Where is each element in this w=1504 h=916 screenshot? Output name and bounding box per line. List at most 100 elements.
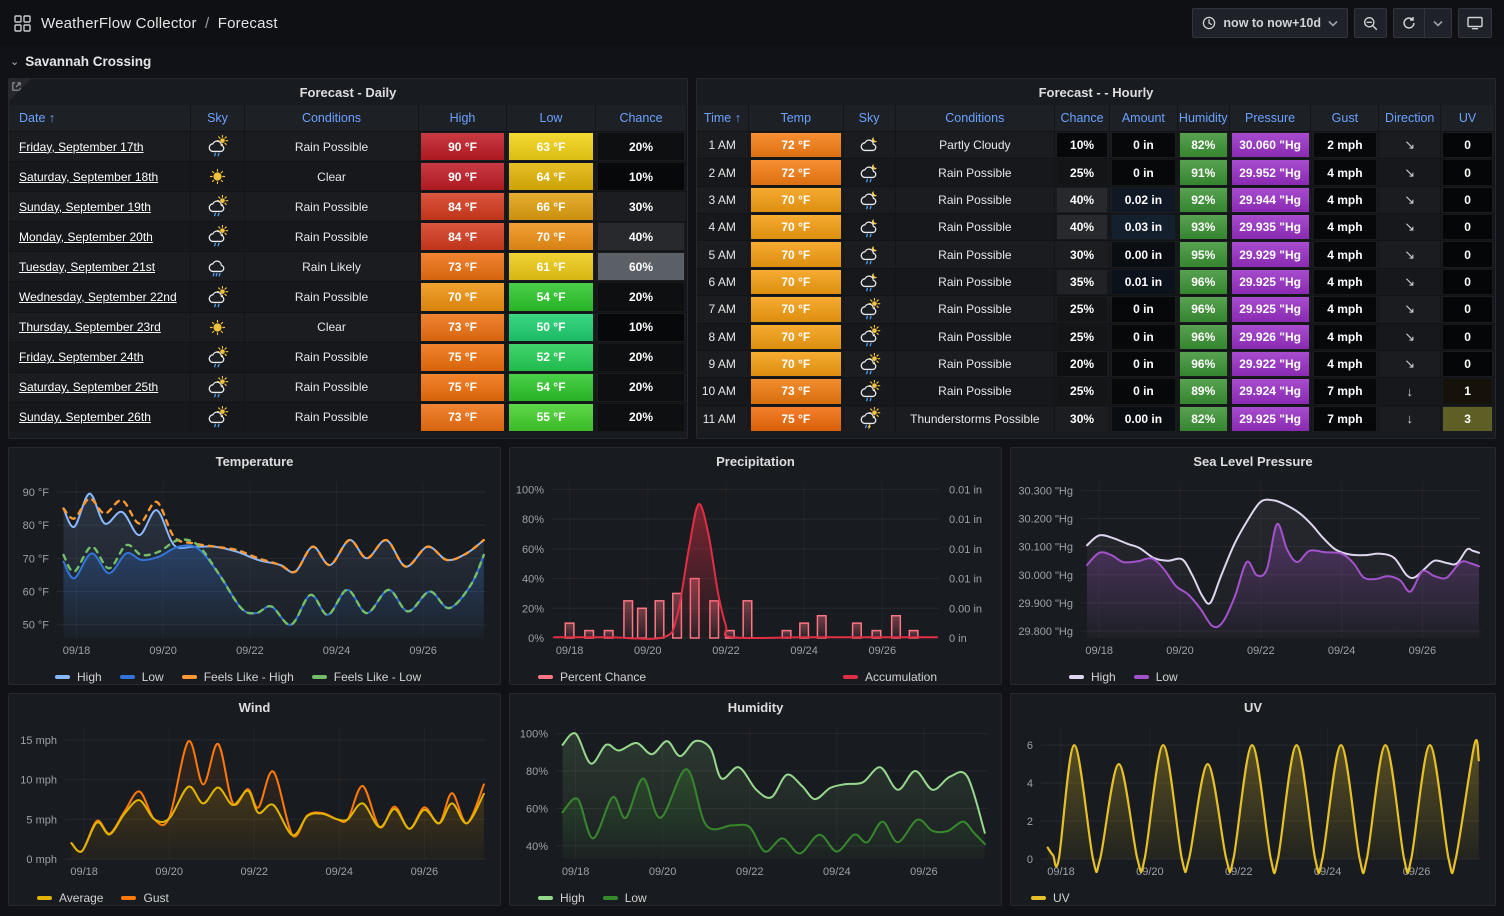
date-link[interactable]: Friday, September 24th [19,350,144,364]
date-link[interactable]: Tuesday, September 21st [19,260,155,274]
cloud-sun-rain-icon [206,135,229,158]
breadcrumb-app[interactable]: WeatherFlow Collector [41,15,197,32]
column-header-chance[interactable]: Chance [1055,105,1110,131]
panel-title[interactable]: Forecast - - Hourly [697,79,1495,105]
refresh-interval-dropdown[interactable] [1425,8,1452,38]
low-value: 70 °F [509,223,593,250]
panel-title[interactable]: Precipitation [510,448,1001,474]
column-header-low[interactable]: Low [507,105,596,131]
amount-cell-value: 0 in [1112,297,1175,321]
legend-item-accumulation[interactable]: Accumulation [843,670,937,684]
panel-title[interactable]: Temperature [9,448,500,474]
legend-item-feels-like-high[interactable]: Feels Like - High [182,670,294,684]
column-header-chance[interactable]: Chance [596,105,687,131]
temp-cell: 70 °F [749,296,844,322]
humidity-cell-value: 93% [1180,215,1227,239]
low-cell: 70 °F [507,222,596,251]
panel-title[interactable]: UV [1011,694,1495,720]
date-link[interactable]: Monday, September 20th [19,230,153,244]
legend-item-gust[interactable]: Gust [121,891,168,905]
date-link[interactable]: Sunday, September 19th [19,200,151,214]
column-header-sky[interactable]: Sky [191,105,245,131]
panel-title[interactable]: Wind [9,694,500,720]
legend-item-uv[interactable]: UV [1031,891,1070,905]
dashboards-grid-icon[interactable] [14,15,31,32]
uv-cell: 0 [1441,351,1495,377]
uv-cell-value: 0 [1443,242,1492,266]
temp-cell: 70 °F [749,324,844,350]
humidity-cell-value: 92% [1180,188,1227,212]
precipitation-chart[interactable]: 0%0 in20%0.00 in40%0.01 in60%0.01 in80%0… [510,474,1001,665]
temp-cell-value: 70 °F [751,215,841,239]
column-header-amount[interactable]: Amount [1110,105,1178,131]
time-range-picker[interactable]: now to now+10d [1192,8,1348,38]
temperature-chart[interactable]: 50 °F60 °F70 °F80 °F90 °F09/1809/2009/22… [9,474,500,665]
uv-chart[interactable]: 024609/1809/2009/2209/2409/26 [1011,720,1495,886]
date-link[interactable]: Friday, September 17th [19,140,144,154]
panel-title[interactable]: Forecast - Daily [9,79,687,105]
gust-cell: 4 mph [1312,214,1380,240]
legend-item-high[interactable]: High [55,670,102,684]
table-row: Wednesday, September 22ndRain Possible70… [9,281,687,311]
panel-title[interactable]: Sea Level Pressure [1011,448,1495,474]
column-header-pressure[interactable]: Pressure [1230,105,1312,131]
zoom-out-button[interactable] [1354,8,1387,38]
wind-chart[interactable]: 0 mph5 mph10 mph15 mph09/1809/2009/2209/… [9,720,500,886]
legend-item-feels-like-low[interactable]: Feels Like - Low [312,670,421,684]
legend-swatch [55,675,70,679]
hourly-table: Time ↑TempSkyConditionsChanceAmountHumid… [697,105,1495,438]
column-header-uv[interactable]: UV [1441,105,1495,131]
date-link[interactable]: Thursday, September 23rd [19,320,161,334]
column-header-direction[interactable]: Direction [1379,105,1441,131]
low-cell: 54 °F [507,373,596,402]
gust-cell-value: 4 mph [1314,215,1377,239]
time-cell: 4 AM [697,214,749,240]
pressure-chart[interactable]: 29.800 "Hg29.900 "Hg30.000 "Hg30.100 "Hg… [1011,474,1495,665]
column-header-temp[interactable]: Temp [749,105,844,131]
column-header-high[interactable]: High [419,105,507,131]
column-header-conditions[interactable]: Conditions [245,105,419,131]
dashboard-breadcrumb[interactable]: WeatherFlow Collector / Forecast [41,15,278,32]
table-row: 11 AM75 °FThunderstorms Possible30%0.00 … [697,405,1495,432]
date-link[interactable]: Wednesday, September 22nd [19,290,177,304]
legend-item-low[interactable]: Low [603,891,647,905]
cloud-moon-rain-icon [858,188,881,211]
humidity-chart[interactable]: 40%60%80%100%09/1809/2009/2209/2409/26 [510,720,1001,886]
column-header-sky[interactable]: Sky [844,105,896,131]
conditions-cell: Rain Possible [245,343,419,372]
column-header-time[interactable]: Time ↑ [697,105,749,131]
arrow-down-icon: ↓ [1407,384,1414,399]
date-link[interactable]: Saturday, September 25th [19,380,158,394]
legend-item-low[interactable]: Low [1134,670,1178,684]
row-header-savannah-crossing[interactable]: ⌄ Savannah Crossing [0,48,1504,74]
kiosk-mode-button[interactable] [1458,8,1492,38]
cloud-sun-rain-icon [206,346,229,369]
breadcrumb-page[interactable]: Forecast [218,15,278,32]
date-cell: Sunday, September 19th [9,192,191,221]
legend-item-average[interactable]: Average [37,891,103,905]
column-header-date[interactable]: Date ↑ [9,105,191,131]
sky-cell [844,214,896,240]
refresh-button[interactable] [1393,8,1425,38]
date-link[interactable]: Saturday, September 18th [19,170,158,184]
direction-cell: ↘ [1379,187,1441,213]
pressure-cell-value: 29.925 "Hg [1232,297,1309,321]
svg-text:5 mph: 5 mph [26,814,57,826]
legend-item-high[interactable]: High [538,891,585,905]
legend-swatch [843,675,858,679]
legend-item-low[interactable]: Low [120,670,164,684]
legend-item-high[interactable]: High [1069,670,1116,684]
column-header-conditions[interactable]: Conditions [896,105,1056,131]
amount-cell: 0 in [1110,351,1178,377]
arrow-down-right-icon: ↘ [1404,192,1415,208]
temp-cell-value: 70 °F [751,352,841,376]
sky-cell [844,296,896,322]
date-link[interactable]: Sunday, September 26th [19,410,151,424]
direction-cell: ↓ [1379,378,1441,404]
panel-title[interactable]: Humidity [510,694,1001,720]
daily-table-body: Friday, September 17thRain Possible90 °F… [9,131,687,432]
legend-label: Gust [143,891,168,905]
column-header-humidity[interactable]: Humidity [1178,105,1230,131]
column-header-gust[interactable]: Gust [1311,105,1379,131]
legend-item-percent-chance[interactable]: Percent Chance [538,670,646,684]
